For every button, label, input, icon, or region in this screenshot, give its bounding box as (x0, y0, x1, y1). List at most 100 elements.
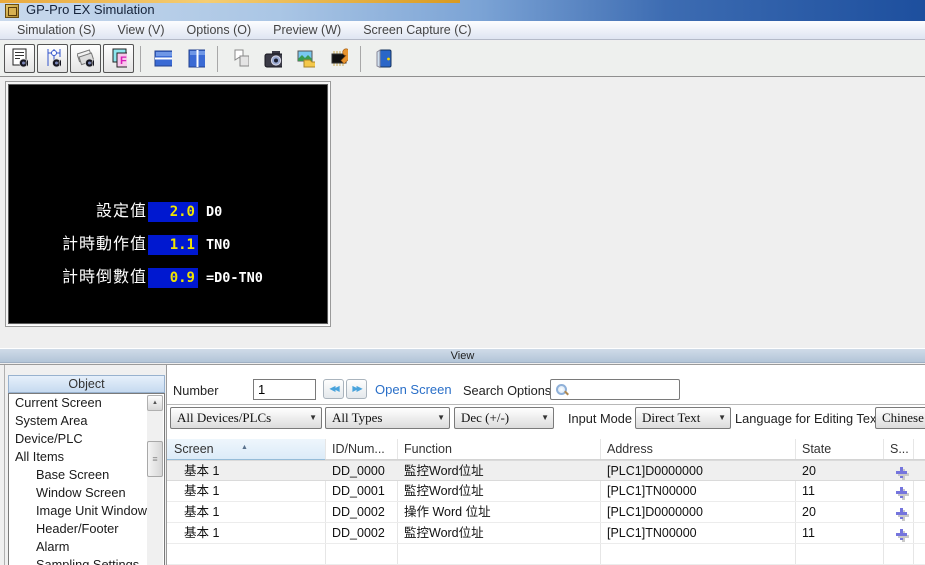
sim-label: 計時動作值 (27, 234, 147, 256)
add-state-icon[interactable] (896, 508, 907, 519)
menu-options[interactable]: Options (O) (176, 21, 263, 39)
cell-screen: 基本 1 (167, 523, 325, 544)
scrollbar-thumb[interactable]: ≡ (147, 441, 163, 477)
object-list-scrollbar[interactable]: ▲ ≡ (147, 395, 163, 565)
object-item-base-screen[interactable]: Base Screen (9, 466, 147, 484)
sim-address-label: TN0 (206, 234, 230, 256)
add-state-icon[interactable] (896, 467, 907, 478)
cell-function: 操作 Word 位址 (397, 502, 600, 523)
exit-button[interactable] (367, 44, 398, 73)
search-input[interactable] (550, 379, 680, 400)
sim-address-label: D0 (206, 201, 222, 223)
header-id[interactable]: ID/Num... (325, 439, 397, 460)
movie-button[interactable] (224, 44, 255, 73)
open-screen-link[interactable]: Open Screen (375, 380, 452, 400)
menu-bar: Simulation (S) View (V) Options (O) Prev… (0, 21, 925, 40)
movie-icon (230, 47, 249, 71)
menu-preview[interactable]: Preview (W) (262, 21, 352, 39)
menu-view[interactable]: View (V) (107, 21, 176, 39)
sim-value-display[interactable]: 2.0 (148, 202, 198, 222)
object-item-current-screen[interactable]: Current Screen (9, 394, 147, 412)
watch-table: ▲ Screen ID/Num... Function Address Stat… (167, 439, 925, 565)
capture-save-icon (296, 47, 315, 71)
screen-capture-button[interactable] (257, 44, 288, 73)
simulation-watch-button[interactable] (4, 44, 35, 73)
chevron-down-icon: ▼ (437, 408, 445, 428)
view-panel: Object Current Screen System Area Device… (0, 364, 925, 565)
type-filter-value: All Types (332, 410, 383, 425)
sim-address-label: =D0-TN0 (206, 267, 263, 289)
header-screen[interactable]: ▲ Screen (167, 439, 325, 460)
previous-screen-button[interactable]: ◀◀ (323, 379, 344, 399)
object-item-system-area[interactable]: System Area (9, 412, 147, 430)
input-mode-dropdown[interactable]: Direct Text ▼ (635, 407, 731, 429)
split-horizontal-icon (153, 47, 172, 71)
table-row[interactable]: 基本 1 DD_0001 監控Word位址 [PLC1]TN00000 11 (167, 481, 925, 502)
object-list: Current Screen System Area Device/PLC Al… (8, 393, 165, 565)
simulation-watch-icon (11, 47, 28, 71)
next-screen-button[interactable]: ▶▶ (346, 379, 367, 399)
format-filter-value: Dec (+/-) (461, 410, 509, 425)
toolbar-separator (360, 46, 361, 72)
device-settings-button[interactable] (323, 44, 354, 73)
header-state[interactable]: State (795, 439, 883, 460)
language-dropdown[interactable]: Chinese ( (875, 407, 925, 429)
cell-screen: 基本 1 (167, 461, 325, 482)
search-options-label: Search Options (463, 381, 551, 401)
scroll-up-icon[interactable]: ▲ (147, 395, 163, 411)
sim-value-display[interactable]: 0.9 (148, 268, 198, 288)
device-filter-value: All Devices/PLCs (177, 410, 271, 425)
header-address[interactable]: Address (600, 439, 795, 460)
symbol-watch-button[interactable] (70, 44, 101, 73)
svg-text:F: F (120, 55, 127, 67)
type-filter-dropdown[interactable]: All Types ▼ (325, 407, 450, 429)
object-item-header-footer[interactable]: Header/Footer (9, 520, 147, 538)
input-mode-value: Direct Text (642, 410, 700, 425)
split-vertical-button[interactable] (180, 44, 211, 73)
object-item-image-unit-window[interactable]: Image Unit Window (9, 502, 147, 520)
add-state-icon[interactable] (896, 529, 907, 540)
cell-state: 20 (795, 461, 883, 482)
toolbar-separator (140, 46, 141, 72)
object-item-window-screen[interactable]: Window Screen (9, 484, 147, 502)
toolbar-row-separator (167, 404, 925, 405)
table-row[interactable]: 基本 1 DD_0002 操作 Word 位址 [PLC1]D0000000 2… (167, 502, 925, 523)
sim-value-display[interactable]: 1.1 (148, 235, 198, 255)
table-row[interactable]: 基本 1 DD_0000 監控Word位址 [PLC1]D0000000 20 (167, 460, 925, 481)
view-panel-header: View (0, 348, 925, 363)
object-item-alarm[interactable]: Alarm (9, 538, 147, 556)
number-label: Number (173, 381, 219, 401)
sim-label: 計時倒數值 (27, 267, 147, 289)
input-mode-label: Input Mode (568, 409, 632, 429)
header-s[interactable]: S... (883, 439, 913, 460)
object-item-sampling-settings[interactable]: Sampling Settings (9, 556, 147, 565)
object-item-device-plc[interactable]: Device/PLC (9, 430, 147, 448)
split-horizontal-button[interactable] (147, 44, 178, 73)
sim-row-timer-current: 計時動作值 1.1 TN0 (9, 234, 327, 256)
menu-screen-capture[interactable]: Screen Capture (C) (352, 21, 482, 39)
watch-list-panel: Number ◀◀ ▶▶ Open Screen Search Options … (167, 365, 925, 565)
split-vertical-icon (186, 47, 205, 71)
format-filter-dropdown[interactable]: Dec (+/-) ▼ (454, 407, 554, 429)
cell-screen: 基本 1 (167, 502, 325, 523)
capture-save-button[interactable] (290, 44, 321, 73)
logic-watch-button[interactable] (37, 44, 68, 73)
object-item-all-items[interactable]: All Items (9, 448, 147, 466)
cell-address: [PLC1]D0000000 (600, 502, 795, 523)
add-state-icon[interactable] (896, 487, 907, 498)
table-row[interactable]: 基本 1 DD_0002 監控Word位址 [PLC1]TN00000 11 (167, 523, 925, 544)
title-bar: GP-Pro EX Simulation (0, 0, 925, 21)
frames-button[interactable]: F (103, 44, 134, 73)
menu-simulation[interactable]: Simulation (S) (6, 21, 107, 39)
cell-function: 監控Word位址 (397, 481, 600, 502)
logic-watch-icon (44, 47, 61, 71)
screen-number-input[interactable] (253, 379, 316, 400)
device-filter-dropdown[interactable]: All Devices/PLCs ▼ (170, 407, 322, 429)
sim-label: 設定值 (27, 201, 147, 223)
header-function[interactable]: Function (397, 439, 600, 460)
cell-address: [PLC1]D0000000 (600, 461, 795, 482)
sort-ascending-icon: ▲ (241, 438, 248, 458)
cell-function: 監控Word位址 (397, 461, 600, 482)
cell-address: [PLC1]TN00000 (600, 523, 795, 544)
cell-address: [PLC1]TN00000 (600, 481, 795, 502)
